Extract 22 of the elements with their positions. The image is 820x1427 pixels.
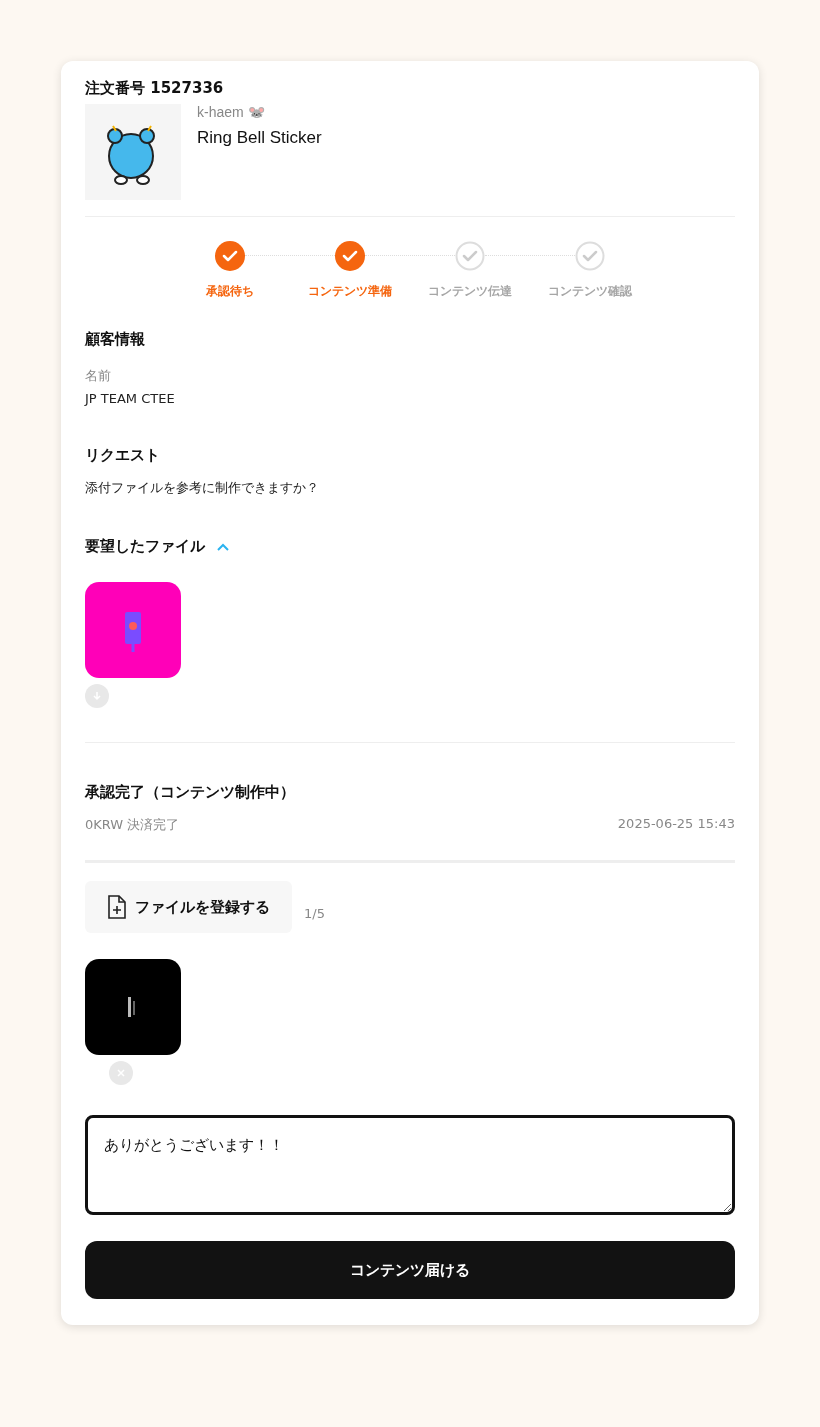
field-label: 名前 [85, 367, 112, 385]
step-label: コンテンツ伝達 [428, 283, 512, 300]
section-heading: 顧客情報 [85, 330, 146, 349]
customer-name: JP TEAM CTEE [85, 391, 176, 406]
chevron-up-icon[interactable] [217, 542, 229, 551]
file-plus-icon [107, 895, 127, 919]
status-title: 承認完了（コンテンツ制作中） [85, 783, 296, 802]
payment-status: 0KRW 決済完了 [85, 816, 180, 834]
status-date: 2025-06-25 15:43 [617, 816, 735, 833]
product-name: Ring Bell Sticker [197, 128, 322, 148]
order-number: 注文番号 1527336 [85, 79, 225, 98]
upload-file-button[interactable]: ファイルを登録する [85, 881, 292, 933]
step-label: コンテンツ準備 [308, 283, 392, 300]
section-heading: 要望したファイル [85, 537, 205, 556]
seller-name: k-haem 🐭 [197, 104, 266, 120]
submit-button[interactable]: コンテンツ届ける [85, 1241, 735, 1299]
section-heading: リクエスト [85, 446, 161, 465]
request-text: 添付ファイルを参考に制作できますか？ [85, 479, 320, 497]
file-count: 1/5 [304, 906, 325, 923]
message-field[interactable]: ありがとうございます！！ [85, 1115, 735, 1215]
step-label: 承認待ち [206, 283, 254, 300]
step-label: コンテンツ確認 [548, 283, 632, 300]
